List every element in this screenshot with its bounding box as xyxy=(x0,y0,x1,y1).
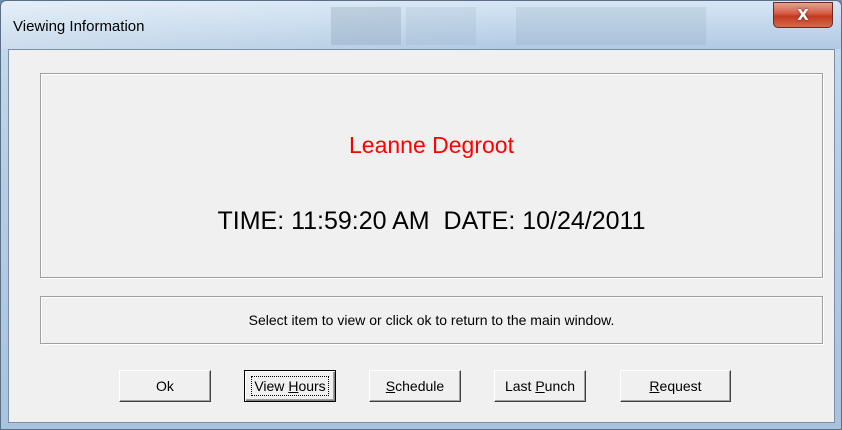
background-ghost xyxy=(516,7,706,45)
info-panel: Leanne Degroot TIME: 11:59:20 AM DATE: 1… xyxy=(40,73,823,278)
instruction-panel: Select item to view or click ok to retur… xyxy=(40,296,823,344)
ok-button-label: Ok xyxy=(156,378,174,394)
schedule-button[interactable]: Schedule xyxy=(369,370,461,402)
ok-button[interactable]: Ok xyxy=(119,370,211,402)
last-punch-label: Last Punch xyxy=(504,378,576,394)
close-button[interactable]: X xyxy=(773,2,833,28)
last-punch-button[interactable]: Last Punch xyxy=(494,370,586,402)
dialog-client-area: Leanne Degroot TIME: 11:59:20 AM DATE: 1… xyxy=(8,49,835,423)
employee-name: Leanne Degroot xyxy=(349,132,514,158)
window-title: Viewing Information xyxy=(13,18,145,35)
request-label: Request xyxy=(649,378,702,394)
view-hours-button[interactable]: View Hours xyxy=(244,370,336,402)
schedule-label: Schedule xyxy=(385,378,445,394)
background-ghost xyxy=(406,7,476,45)
close-icon: X xyxy=(797,6,809,24)
request-button[interactable]: Request xyxy=(620,370,731,402)
background-ghost xyxy=(331,7,401,45)
time-date-display: TIME: 11:59:20 AM DATE: 10/24/2011 xyxy=(217,207,646,235)
view-hours-label: View Hours xyxy=(251,376,329,396)
title-bar[interactable]: Viewing Information X xyxy=(1,1,841,49)
instruction-text: Select item to view or click ok to retur… xyxy=(248,312,615,328)
dialog-window: Viewing Information X Leanne Degroot TIM… xyxy=(0,0,842,430)
